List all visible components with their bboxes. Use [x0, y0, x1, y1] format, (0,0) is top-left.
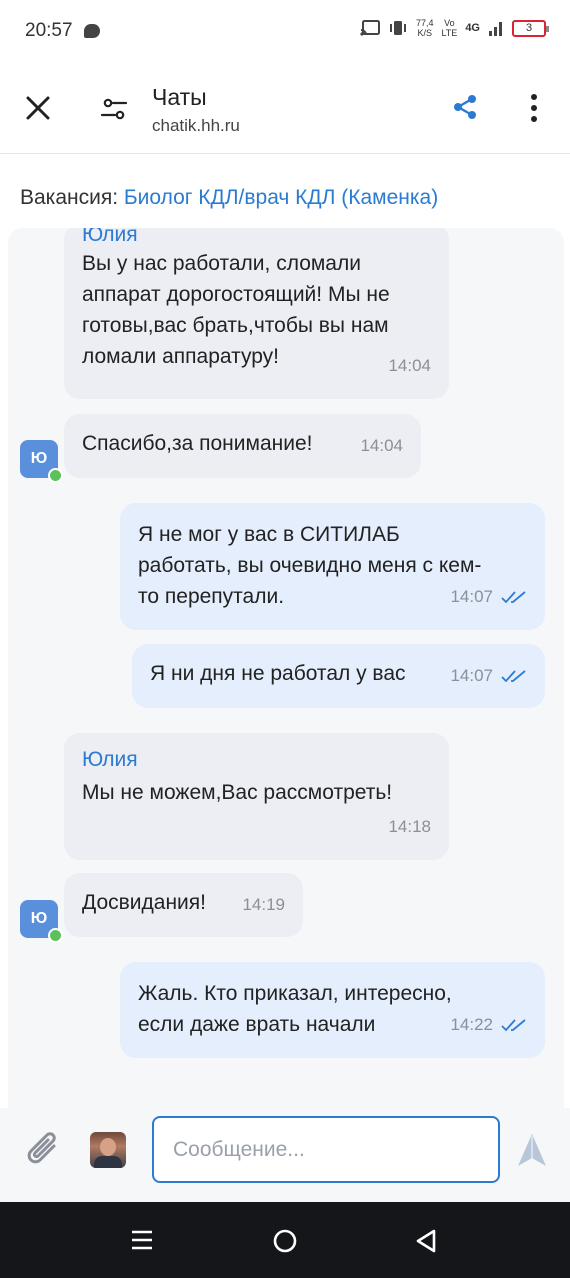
message-time: 14:19 — [242, 895, 285, 914]
home-icon[interactable] — [272, 1228, 298, 1254]
recent-apps-icon[interactable] — [130, 1228, 154, 1252]
message-time: 14:04 — [388, 356, 431, 375]
signal-icon — [489, 22, 502, 36]
vacancy-link[interactable]: Биолог КДЛ/врач КДЛ (Каменка) — [124, 186, 438, 209]
message-time: 14:22 — [450, 1009, 527, 1040]
message-text-line: готовы,вас брать,чтобы вы нам — [82, 314, 389, 337]
message-text-line: работать, вы очевидно меня с кем- — [138, 554, 482, 577]
battery-indicator: 3 — [512, 19, 549, 37]
message-text-line: Я не мог у вас в СИТИЛАБ — [138, 523, 400, 546]
status-bar: 20:57 77,4 K/S Vo LTE 4G 3 — [0, 0, 570, 64]
more-icon[interactable] — [520, 92, 548, 124]
system-nav-bar — [0, 1202, 570, 1278]
share-icon[interactable] — [452, 94, 478, 120]
message-author: Юлия — [82, 228, 138, 246]
message-text-line: аппарат дорогостоящий! Мы не — [82, 283, 390, 306]
message-time: 14:04 — [360, 436, 403, 455]
message-incoming[interactable]: Спасибо,за понимание! 14:04 — [64, 414, 421, 478]
message-incoming[interactable]: Досвидания! 14:19 — [64, 873, 303, 937]
message-text-line: Жаль. Кто приказал, интересно, — [138, 982, 452, 1005]
cast-icon — [360, 20, 380, 36]
volte-indicator: Vo LTE — [441, 18, 458, 38]
message-outgoing[interactable]: Жаль. Кто приказал, интересно, если даже… — [120, 962, 545, 1058]
double-check-icon — [501, 1018, 526, 1031]
filter-icon[interactable] — [100, 96, 128, 124]
message-input[interactable] — [152, 1116, 500, 1183]
message-time: 14:07 — [450, 581, 527, 612]
message-text-line: ломали аппаратуру! — [82, 345, 279, 368]
message-text: Я ни дня не работал у вас — [150, 662, 406, 685]
chat-area[interactable]: Юлия Вы у нас работали, сломали аппарат … — [8, 228, 564, 1108]
message-time: 14:07 — [450, 660, 527, 691]
avatar[interactable]: Ю — [20, 900, 63, 943]
message-incoming[interactable]: Юлия Вы у нас работали, сломали аппарат … — [64, 228, 449, 399]
send-icon[interactable] — [516, 1132, 548, 1168]
notification-chat-icon — [84, 24, 100, 38]
double-check-icon — [501, 590, 526, 603]
message-time: 14:18 — [388, 817, 431, 836]
status-time: 20:57 — [25, 20, 73, 41]
message-outgoing[interactable]: Я не мог у вас в СИТИЛАБ работать, вы оч… — [120, 503, 545, 630]
page-title: Чаты — [152, 84, 207, 110]
page-subtitle: chatik.hh.ru — [152, 116, 240, 135]
app-header: Чаты chatik.hh.ru — [0, 64, 570, 154]
message-author: Юлия — [82, 748, 138, 771]
message-text: Мы не можем,Вас рассмотреть! — [82, 781, 393, 804]
message-text-line: Вы у нас работали, сломали — [82, 252, 361, 275]
vacancy-line: Вакансия: Биолог КДЛ/врач КДЛ (Каменка) — [20, 186, 438, 210]
online-status-dot — [48, 468, 63, 483]
network-type: 4G — [465, 22, 480, 34]
composer-bar — [0, 1108, 570, 1202]
online-status-dot — [48, 928, 63, 943]
vibrate-icon — [389, 21, 406, 35]
back-icon[interactable] — [414, 1228, 438, 1254]
message-text: Спасибо,за понимание! — [82, 432, 313, 455]
message-text: Досвидания! — [82, 891, 206, 914]
vacancy-label: Вакансия: — [20, 186, 124, 209]
attach-icon[interactable] — [24, 1128, 64, 1172]
status-indicators: 77,4 K/S Vo LTE 4G 3 — [360, 18, 549, 38]
avatar[interactable]: Ю — [20, 440, 63, 483]
close-icon[interactable] — [24, 94, 52, 122]
user-avatar[interactable] — [90, 1132, 126, 1168]
message-outgoing[interactable]: Я ни дня не работал у вас 14:07 — [132, 644, 545, 708]
double-check-icon — [501, 669, 526, 682]
net-speed: 77,4 K/S — [415, 18, 434, 38]
message-incoming[interactable]: Юлия Мы не можем,Вас рассмотреть! 14:18 — [64, 733, 449, 860]
